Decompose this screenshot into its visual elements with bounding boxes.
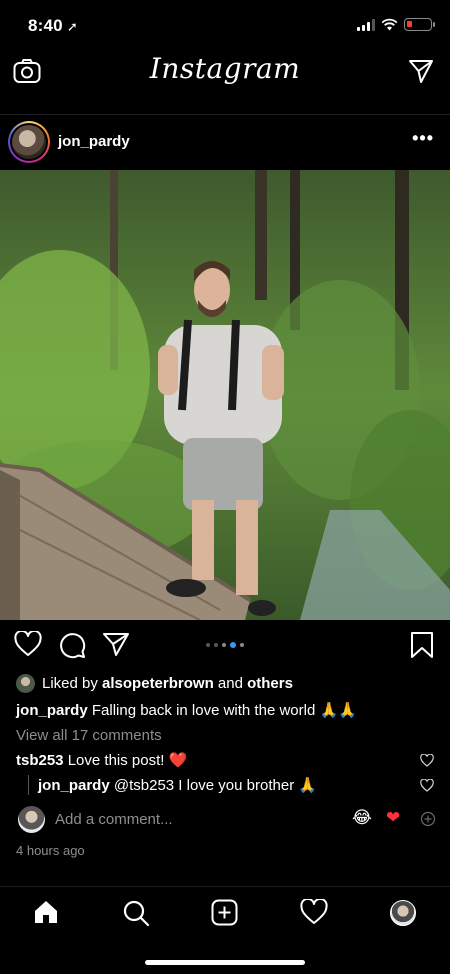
reply-item: jon_pardy @tsb253 I love you brother 🙏 (38, 776, 317, 794)
clock-text: 8:40 (28, 16, 63, 35)
likes-conj: and (217, 674, 243, 692)
status-indicators (357, 18, 435, 31)
likes-line[interactable]: Liked by alsopeterbrown and others (16, 673, 293, 693)
more-options-icon[interactable]: ••• (412, 128, 434, 149)
add-emoji-plus-icon[interactable] (420, 811, 436, 827)
story-avatar[interactable] (8, 121, 50, 163)
quick-emoji-laugh[interactable]: 😂 (352, 808, 372, 828)
quick-emoji-heart[interactable]: ❤ (386, 808, 400, 828)
activity-heart-icon[interactable] (300, 899, 328, 925)
add-comment-row: Add a comment... 😂 ❤ (0, 805, 450, 835)
comment-username[interactable]: tsb253 (16, 752, 64, 769)
wifi-icon (381, 18, 398, 31)
location-arrow-icon: ➚ (66, 19, 78, 34)
hiker-forest-image (0, 170, 450, 620)
direct-send-icon[interactable] (408, 58, 434, 84)
likes-others[interactable]: others (247, 675, 293, 692)
reply-like-icon[interactable] (420, 779, 434, 792)
liker-username[interactable]: alsopeterbrown (102, 675, 214, 692)
cellular-signal-icon (357, 18, 375, 31)
comment-item: tsb253 Love this post! ❤️ (16, 751, 187, 769)
home-indicator (145, 960, 305, 965)
app-header: Instagram (0, 50, 450, 94)
post-username[interactable]: jon_pardy (58, 133, 130, 150)
carousel-dot (222, 643, 226, 647)
comment-text: Love this post! ❤️ (67, 752, 188, 769)
save-bookmark-icon[interactable] (410, 631, 434, 659)
post-photo[interactable] (0, 170, 450, 620)
status-bar: 8:40 ➚ (0, 0, 450, 50)
carousel-dot (206, 643, 210, 647)
reply-thread-line (28, 775, 29, 795)
add-comment-input[interactable]: Add a comment... (55, 811, 173, 828)
new-post-icon[interactable] (211, 899, 238, 926)
my-avatar (18, 806, 45, 833)
view-all-comments-link[interactable]: View all 17 comments (16, 727, 162, 744)
status-time: 8:40 ➚ (28, 16, 78, 36)
reply-text: @tsb253 I love you brother 🙏 (113, 777, 318, 794)
post-timestamp: 4 hours ago (16, 843, 85, 858)
post-header: jon_pardy ••• (0, 114, 450, 168)
post-caption: jon_pardy Falling back in love with the … (16, 701, 357, 719)
carousel-dot (214, 643, 218, 647)
post-action-bar (0, 625, 450, 665)
carousel-dot-active (230, 642, 236, 648)
caption-username[interactable]: jon_pardy (16, 702, 88, 719)
instagram-logo: Instagram (149, 52, 301, 85)
likes-prefix: Liked by (42, 674, 98, 692)
home-icon[interactable] (33, 899, 59, 925)
caption-text: Falling back in love with the world 🙏🙏 (91, 702, 357, 719)
search-icon[interactable] (122, 899, 150, 927)
carousel-dot (240, 643, 244, 647)
reply-username[interactable]: jon_pardy (38, 777, 110, 794)
profile-avatar[interactable] (390, 900, 416, 926)
comment-like-icon[interactable] (420, 754, 434, 767)
carousel-indicator (0, 642, 450, 648)
battery-icon (404, 18, 435, 31)
liker-avatar (16, 673, 35, 693)
